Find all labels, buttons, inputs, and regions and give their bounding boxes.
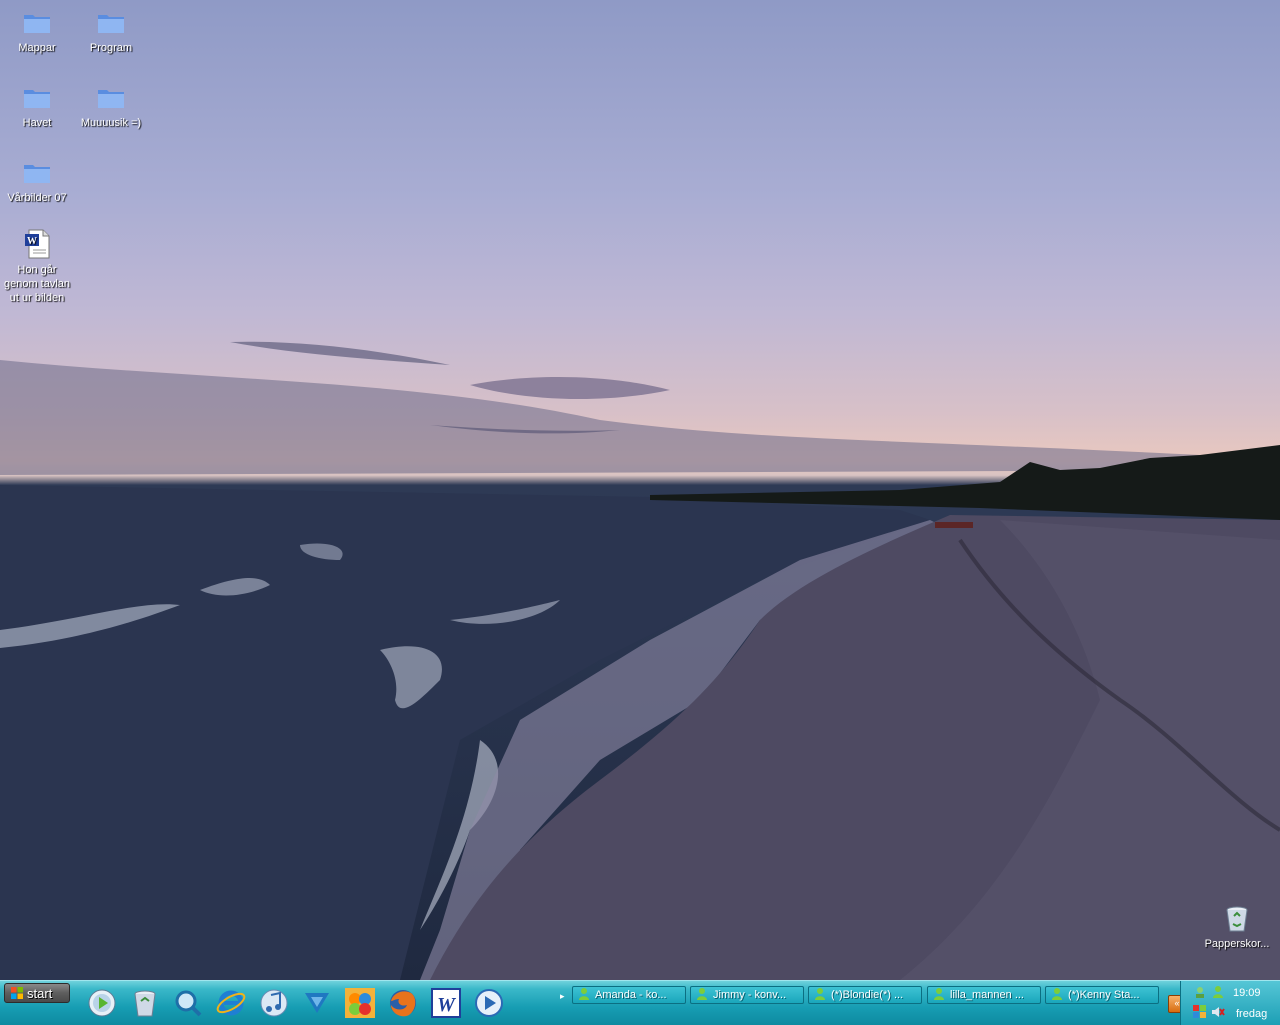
task-button-label: Amanda - ko... — [595, 989, 667, 1001]
task-button-label: (*)Kenny Sta... — [1068, 989, 1140, 1001]
desktop-icon-label: Program — [89, 42, 133, 54]
task-button-label: lilla_mannen ... — [950, 989, 1024, 1001]
desktop-icon-word-document[interactable]: W Hon går genom tavlan ut ur bilden — [0, 228, 74, 305]
desktop-icon-label: Havet — [22, 117, 52, 129]
internet-explorer-icon[interactable] — [215, 987, 247, 1019]
windows-flag-icon — [11, 987, 23, 999]
task-button-label: Jimmy - konv... — [713, 989, 787, 1001]
task-button-blondie[interactable]: (*)Blondie(*) ... — [808, 986, 922, 1004]
tray-expand-label: « — [1174, 998, 1180, 1008]
task-button-label: (*)Blondie(*) ... — [831, 989, 904, 1001]
wallpaper-beach-sunset — [0, 341, 1280, 980]
media-player-classic-icon[interactable] — [86, 987, 118, 1019]
desktop-icon-program[interactable]: Program — [74, 6, 148, 55]
desktop-icon-label: Papperskor... — [1204, 938, 1270, 950]
folder-icon — [24, 90, 50, 108]
task-button-lilla-mannen[interactable]: lilla_mannen ... — [927, 986, 1041, 1004]
word-document-icon: W — [25, 229, 50, 259]
start-button[interactable]: start — [4, 983, 70, 1003]
network-icon[interactable] — [1193, 985, 1207, 999]
desktop-icon-varbilder-07[interactable]: Vårbilder 07 — [0, 156, 74, 205]
desktop-icon-label: Muuuusik =) — [80, 117, 142, 129]
quick-launch-overflow-icon[interactable]: ▸ — [560, 991, 565, 1002]
windows-security-icon[interactable] — [1193, 1005, 1207, 1019]
firefox-icon[interactable] — [387, 987, 419, 1019]
desktop-icon-label: Hon går genom tavlan ut ur bilden — [3, 264, 71, 304]
task-button-kenny[interactable]: (*)Kenny Sta... — [1045, 986, 1159, 1004]
recycle-bin-icon — [1226, 906, 1248, 932]
clock-day: fredag — [1236, 1008, 1268, 1020]
task-button-amanda[interactable]: Amanda - ko... — [572, 986, 686, 1004]
itunes-icon[interactable] — [258, 987, 290, 1019]
folder-icon — [24, 165, 50, 183]
clock-time[interactable]: 19:09 — [1233, 987, 1261, 999]
folder-icon — [98, 15, 124, 33]
desktop-icon-label: Mappar — [18, 42, 56, 54]
desktop-icon-label: Vårbilder 07 — [7, 192, 67, 204]
msn-buddy-icon — [934, 988, 944, 1000]
folder-icon — [98, 90, 124, 108]
svg-text:W: W — [27, 236, 37, 247]
svg-text:W: W — [437, 994, 456, 1016]
recycle-icon[interactable] — [129, 987, 161, 1019]
taskbar: start W ▸ Amanda - ko... Jimmy - konv...… — [0, 980, 1280, 1025]
folder-icon — [24, 15, 50, 33]
msn-buddy-icon — [1052, 988, 1062, 1000]
desktop-icon-muuuusik[interactable]: Muuuusik =) — [74, 81, 148, 130]
msn-buddy-icon — [579, 988, 589, 1000]
word-icon[interactable]: W — [430, 987, 462, 1019]
desktop-icon-havet[interactable]: Havet — [0, 81, 74, 130]
msn-buddy-icon — [815, 988, 825, 1000]
start-label: start — [27, 986, 53, 1001]
task-button-jimmy[interactable]: Jimmy - konv... — [690, 986, 804, 1004]
volume-muted-icon[interactable] — [1211, 1005, 1225, 1019]
desktop[interactable]: Mappar Program Havet Muuuusik =) Vårbild… — [0, 0, 1280, 980]
desktop-icon-recycle-bin[interactable]: Papperskor... — [1199, 902, 1275, 951]
msn-buddy-icon — [697, 988, 707, 1000]
desktop-icon-mappar[interactable]: Mappar — [0, 6, 74, 55]
msn-status-icon[interactable] — [1211, 985, 1225, 999]
arrow-download-icon[interactable] — [301, 987, 333, 1019]
windows-media-player-icon[interactable] — [473, 987, 505, 1019]
search-icon[interactable] — [172, 987, 204, 1019]
msn-icon[interactable] — [344, 987, 376, 1019]
